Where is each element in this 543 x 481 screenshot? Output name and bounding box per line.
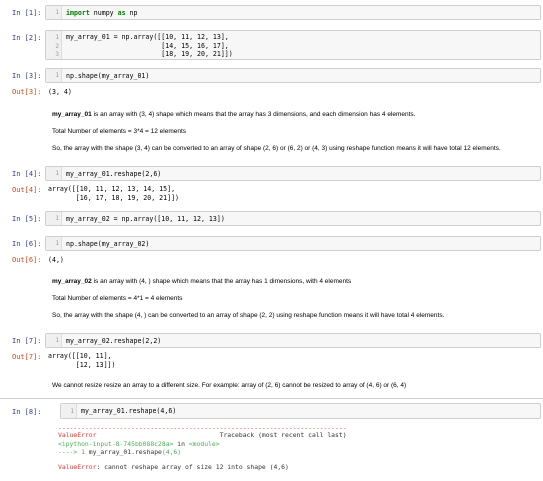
code-line[interactable]: my_array_02 = np.array([10, 11, 12, 13]) [66,215,225,224]
line-number: 1 [55,34,59,41]
cell-2-input[interactable]: 1 2 3 my_array_01 = np.array([[10, 11, 1… [45,30,541,60]
error-type: ValueError [58,431,97,439]
cell-4-output-line: array([[10, 11, 12, 13, 14, 15], [48,185,176,193]
in-word: in [173,439,189,448]
markdown-line: We cannot resize resize an array to a di… [52,382,407,389]
error-arrow-line: ----> 1 my_array_01.reshape(4,6) [58,448,181,457]
line-number: 1 [55,337,59,344]
line-number: 1 [55,72,59,79]
cell-6-input[interactable]: 1 np.shape(my_array_02) [45,236,541,251]
cell-4-output-line: [16, 17, 18, 19, 20, 21]]) [48,193,180,202]
keyword: as [117,9,126,17]
code-line[interactable]: my_array_01 = np.array([[10, 11, 12, 13]… [66,33,229,42]
markdown-line: So, the array with the shape (4, ) can b… [52,312,445,319]
line-number: 1 [55,9,59,16]
input-reference: <ipython-input-8-745bb088c28a> [58,439,174,448]
arrow-marker: ----> 1 [58,448,89,456]
cell-7-input[interactable]: 1 my_array_02.reshape(2,2) [45,333,541,348]
markdown-line: my_array_02 is an array with (4, ) shape… [52,278,351,285]
cell-7-output-line: array([[10, 11], [48,352,112,360]
cell-5-input[interactable]: 1 my_array_02 = np.array([10, 11, 12, 13… [45,211,541,226]
code-line[interactable]: my_array_01.reshape(2,6) [66,170,161,179]
code-line[interactable]: [14, 15, 16, 17], [66,42,229,51]
markdown-text: is an array with (3, 4) shape which mean… [91,111,416,118]
code-text: np [125,9,138,17]
traceback-label: Traceback (most recent call last) [96,431,347,439]
array-name: my_array_02 [52,278,92,285]
keyword: import [66,9,90,17]
line-number: 1 [55,240,59,247]
code-line[interactable]: [18, 19, 20, 21]]) [66,50,232,59]
arrow-code: my_array_01.reshape [88,448,162,456]
markdown-line: my_array_01 is an array with (3, 4) shap… [52,111,416,118]
markdown-line: So, the array with the shape (3, 4) can … [52,145,501,152]
cell-1-input[interactable]: 1 import numpy as np [45,5,541,20]
error-message: ValueError: cannot reshape array of size… [58,463,289,472]
code-line[interactable]: my_array_01.reshape(4,6) [81,407,176,416]
error-message-text: : cannot reshape array of size 12 into s… [96,463,289,471]
cell-8-input[interactable]: 1 my_array_01.reshape(4,6) [60,403,541,419]
arrow-args: (4,6) [161,448,182,456]
code-line[interactable]: np.shape(my_array_01) [66,72,149,81]
line-number: 3 [55,51,59,58]
line-number: 1 [55,215,59,222]
error-message-type: ValueError [58,463,97,471]
code-line[interactable]: import numpy as np [66,9,138,18]
array-name: my_array_01 [52,111,92,118]
markdown-line: Total Number of elements = 3*4 = 12 elem… [52,128,187,135]
line-number: 1 [55,170,59,177]
line-number: 2 [55,42,59,50]
code-line[interactable]: np.shape(my_array_02) [66,240,149,249]
code-text: numpy [89,9,118,17]
cell-4-input[interactable]: 1 my_array_01.reshape(2,6) [45,166,541,181]
cell-divider [0,398,543,399]
line-number: 1 [70,408,74,415]
module-reference: <module> [188,439,220,448]
cell-6-output: (4,) [48,256,64,264]
markdown-line: Total Number of elements = 4*1 = 4 eleme… [52,295,183,302]
cell-3-input[interactable]: 1 np.shape(my_array_01) [45,68,541,83]
error-header: ValueError Traceback (most recent call l… [58,431,347,440]
cell-8-prompt: In [8]: [12,408,42,416]
markdown-text: is an array with (4, ) shape which means… [91,278,352,285]
error-location: <ipython-input-8-745bb088c28a> in <modul… [58,440,220,449]
code-line[interactable]: my_array_02.reshape(2,2) [66,337,161,346]
cell-7-output-line: [12, 13]]) [48,360,116,369]
cell-3-output: (3, 4) [48,88,72,96]
